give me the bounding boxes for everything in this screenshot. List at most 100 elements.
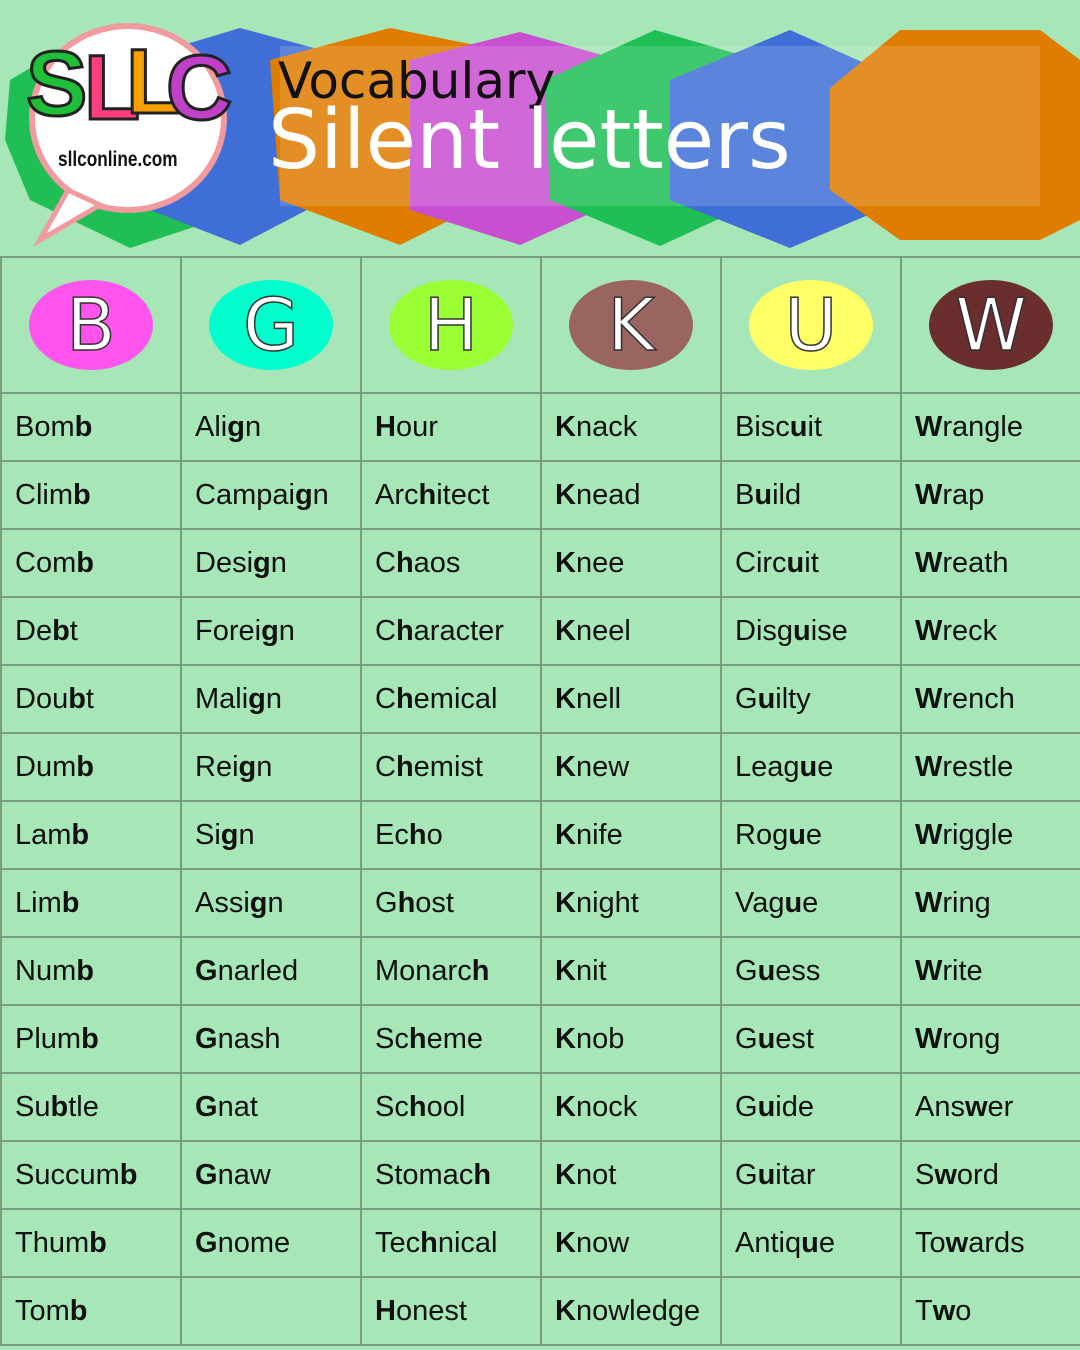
word-part: itar xyxy=(775,1158,816,1191)
word-cell: Vague xyxy=(720,868,902,938)
word-part: t xyxy=(69,614,78,647)
word-part: n xyxy=(278,614,295,647)
word-part: Plum xyxy=(15,1022,82,1055)
word-part: G xyxy=(735,1090,758,1123)
word-cell: Build xyxy=(720,460,902,530)
word-cell: Two xyxy=(900,1276,1080,1346)
word-cell: Gnome xyxy=(180,1208,362,1278)
table-row: Thumb Gnome Technical Know Antique Towards xyxy=(0,1208,1080,1278)
silent-letter: g xyxy=(248,682,266,715)
table-row: Climb Campaign Architect Knead Build Wrap xyxy=(0,460,1080,530)
word-part: ards xyxy=(968,1226,1025,1259)
silent-letter: W xyxy=(915,478,943,511)
word-part: tle xyxy=(68,1090,99,1123)
word-part: rangle xyxy=(942,410,1023,443)
silent-letter: w xyxy=(932,1294,956,1327)
word-part: Lam xyxy=(15,818,72,851)
silent-letter: K xyxy=(555,546,576,579)
silent-letter: K xyxy=(555,682,576,715)
word-cell: Wring xyxy=(900,868,1080,938)
word-cell: Debt xyxy=(0,596,182,666)
silent-letter: h xyxy=(418,478,437,511)
word-part: riggle xyxy=(942,818,1014,851)
word-part: er xyxy=(987,1090,1014,1123)
word-cell: Answer xyxy=(900,1072,1080,1142)
word-part: restle xyxy=(942,750,1014,783)
word-part: B xyxy=(735,478,755,511)
word-cell: Knock xyxy=(540,1072,722,1142)
word-part: G xyxy=(375,886,398,919)
word-part: rong xyxy=(942,1022,1001,1055)
word-part: itect xyxy=(436,478,490,511)
word-part: it xyxy=(804,546,819,579)
word-cell: Thumb xyxy=(0,1208,182,1278)
column-header-h: H xyxy=(360,256,542,394)
silent-letter: K xyxy=(555,478,576,511)
silent-letter: K xyxy=(555,1022,576,1055)
silent-letter: W xyxy=(915,682,943,715)
letter-badge-w: W xyxy=(929,280,1053,370)
word-part: n xyxy=(256,750,273,783)
word-part: nock xyxy=(575,1090,638,1123)
word-cell: Gnat xyxy=(180,1072,362,1142)
silent-letter: b xyxy=(76,750,94,783)
word-part: Lim xyxy=(15,886,62,919)
table-row: Plumb Gnash Scheme Knob Guest Wrong xyxy=(0,1004,1080,1074)
silent-letter: w xyxy=(964,1090,988,1123)
table-row: Bomb Align Hour Knack Biscuit Wrangle xyxy=(0,392,1080,462)
word-part: nead xyxy=(575,478,641,511)
word-part: Num xyxy=(15,954,77,987)
word-cell: Echo xyxy=(360,800,542,870)
word-part: nell xyxy=(575,682,622,715)
word-part: Clim xyxy=(15,478,73,511)
silent-letter: h xyxy=(395,546,414,579)
word-part: Circ xyxy=(735,546,787,579)
word-cell: Chemist xyxy=(360,732,542,802)
word-part: ool xyxy=(426,1090,466,1123)
logo-letter-c: C xyxy=(164,37,233,139)
word-cell xyxy=(180,1276,362,1346)
silent-letter: h xyxy=(395,614,414,647)
word-part: Su xyxy=(15,1090,51,1123)
word-part: new xyxy=(575,750,630,783)
word-part: onest xyxy=(395,1294,467,1327)
silent-letter: u xyxy=(801,1226,819,1259)
word-part: Desi xyxy=(195,546,254,579)
word-part: e xyxy=(817,750,834,783)
word-part: nack xyxy=(575,410,638,443)
silent-letter: u xyxy=(799,750,818,783)
silent-letter: b xyxy=(73,478,91,511)
word-cell: Wrestle xyxy=(900,732,1080,802)
silent-letter: b xyxy=(81,1022,99,1055)
silent-letter: b xyxy=(69,1294,88,1327)
column-header-b: B xyxy=(0,256,182,394)
word-cell: Knowledge xyxy=(540,1276,722,1346)
word-part: emist xyxy=(413,750,483,783)
word-part: Si xyxy=(195,818,221,851)
silent-letter: g xyxy=(261,614,279,647)
silent-letter: b xyxy=(119,1158,138,1191)
word-part: ost xyxy=(415,886,454,919)
word-part: Ali xyxy=(195,410,228,443)
word-part: De xyxy=(15,614,53,647)
word-part: Tom xyxy=(15,1294,70,1327)
word-part: nical xyxy=(437,1226,498,1259)
silent-letter: H xyxy=(375,410,396,443)
word-cell: Doubt xyxy=(0,664,182,734)
word-cell: Comb xyxy=(0,528,182,598)
word-cell: Knot xyxy=(540,1140,722,1210)
silent-letter: K xyxy=(555,750,576,783)
silent-letter: u xyxy=(757,1090,776,1123)
word-part: Sc xyxy=(375,1022,409,1055)
word-cell: Wrap xyxy=(900,460,1080,530)
word-part: Stomac xyxy=(375,1158,474,1191)
logo-url: sllconline.com xyxy=(58,148,178,171)
silent-letter: h xyxy=(473,1158,492,1191)
word-cell: Knead xyxy=(540,460,722,530)
silent-letter: K xyxy=(555,818,576,851)
word-cell: Tomb xyxy=(0,1276,182,1346)
word-part: rench xyxy=(942,682,1015,715)
table-row: Comb Design Chaos Knee Circuit Wreath xyxy=(0,528,1080,598)
silent-letter: b xyxy=(50,1090,69,1123)
word-part: rite xyxy=(942,954,983,987)
